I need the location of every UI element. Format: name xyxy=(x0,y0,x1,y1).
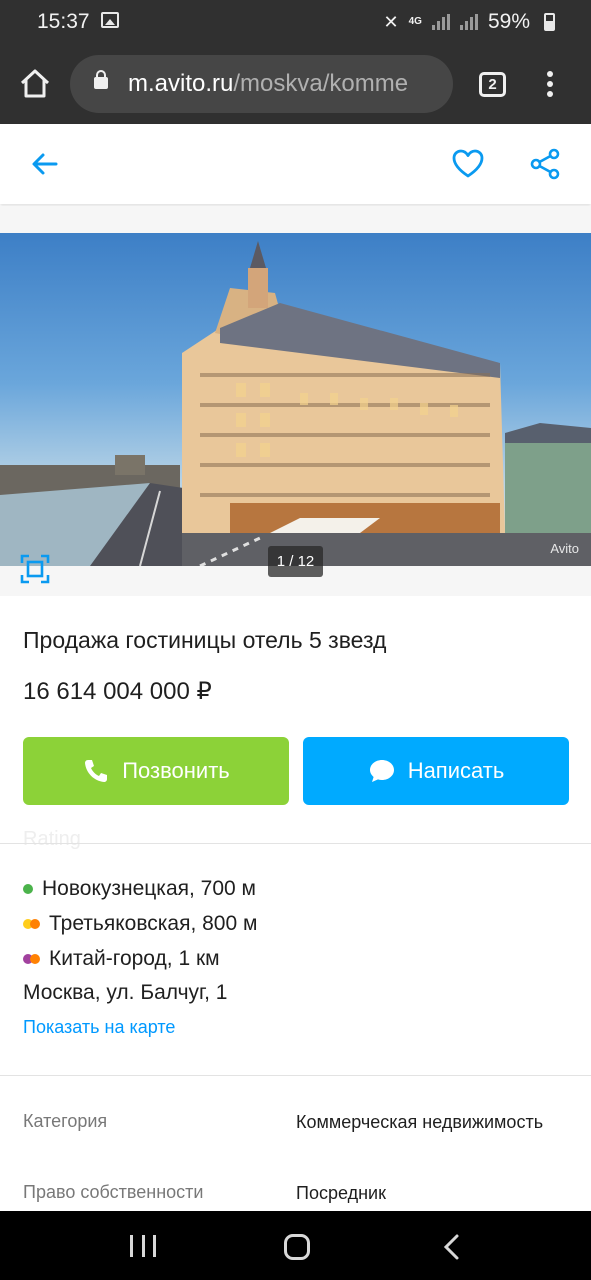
listing-price: 16 614 004 000 ₽ xyxy=(23,678,212,705)
metro-line-icon xyxy=(23,954,40,964)
address-bar[interactable]: m.avito.ru/moskva/komme xyxy=(70,55,453,113)
param-value: Посредник xyxy=(296,1183,386,1203)
back-arrow-icon[interactable] xyxy=(30,149,60,179)
listing-photo[interactable]: Avito xyxy=(0,233,591,566)
status-right: ✕ 4G 59% xyxy=(384,10,555,34)
faded-rating-label: Rating xyxy=(23,828,81,850)
network-type: 4G xyxy=(408,16,422,27)
status-bar: 15:37 ✕ 4G 59% xyxy=(0,0,591,44)
image-icon xyxy=(101,12,119,28)
show-on-map-link[interactable]: Показать на карте xyxy=(23,1017,175,1038)
header-spacer xyxy=(0,206,591,233)
watermark: Avito xyxy=(550,541,579,556)
metro-station-name: Китай-город, 1 км xyxy=(49,947,220,970)
param-value: Коммерческая недвижимость xyxy=(296,1112,544,1132)
battery-level: 59% xyxy=(487,10,530,33)
call-button-label: Позвонить xyxy=(122,758,230,783)
back-nav-icon[interactable] xyxy=(441,1233,461,1261)
metro-line-icon xyxy=(23,884,33,894)
url-path: /moskva/komme xyxy=(233,70,409,97)
lock-icon xyxy=(94,70,108,89)
photo-counter: 1 / 12 xyxy=(268,546,323,577)
divider xyxy=(0,843,591,844)
signal-icon-2 xyxy=(459,14,478,30)
system-nav-bar xyxy=(0,1211,591,1280)
url-text[interactable]: m.avito.ru/moskva/komme xyxy=(128,70,408,98)
app-header xyxy=(0,124,591,204)
recents-icon[interactable] xyxy=(130,1235,156,1257)
write-button-label: Написать xyxy=(407,758,505,783)
listing-title: Продажа гостиницы отель 5 звезд xyxy=(23,627,387,653)
phone-icon xyxy=(85,760,108,782)
param-label: Право собственности xyxy=(23,1182,204,1202)
menu-icon[interactable] xyxy=(543,71,557,101)
heart-icon[interactable] xyxy=(451,148,485,180)
metro-station: Третьяковская, 800 м xyxy=(23,912,257,936)
status-time: 15:37 xyxy=(37,10,90,33)
home-nav-icon[interactable] xyxy=(284,1234,310,1260)
mute-icon: ✕ xyxy=(383,11,399,32)
metro-station-name: Новокузнецкая, 700 м xyxy=(42,877,256,900)
metro-station: Китай-город, 1 км xyxy=(23,947,220,971)
call-button[interactable]: Позвонить xyxy=(23,737,289,805)
expand-icon[interactable] xyxy=(19,553,51,585)
metro-station-name: Третьяковская, 800 м xyxy=(49,912,258,935)
chat-bubble-icon xyxy=(369,760,394,782)
battery-icon xyxy=(544,13,555,31)
divider xyxy=(0,1075,591,1076)
hotel-photo-illustration xyxy=(0,241,591,566)
url-host: m.avito.ru xyxy=(128,70,234,97)
metro-line-icon xyxy=(23,919,40,929)
param-label: Категория xyxy=(23,1111,108,1131)
signal-icon xyxy=(431,14,450,30)
home-icon[interactable] xyxy=(18,66,52,100)
browser-toolbar: m.avito.ru/moskva/komme 2 xyxy=(0,44,591,124)
write-button[interactable]: Написать xyxy=(303,737,569,805)
tabs-icon[interactable]: 2 xyxy=(479,72,506,97)
address: Москва, ул. Балчуг, 1 xyxy=(23,981,228,1004)
metro-station: Новокузнецкая, 700 м xyxy=(23,877,256,901)
share-icon[interactable] xyxy=(529,148,561,180)
